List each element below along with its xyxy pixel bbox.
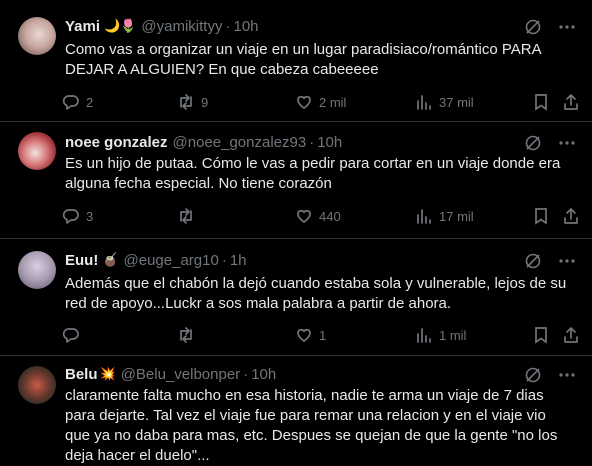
more-options-icon[interactable] xyxy=(557,366,577,384)
reply-icon xyxy=(62,95,79,110)
like-count: 440 xyxy=(319,208,341,224)
retweet-icon xyxy=(180,208,192,224)
share-icon[interactable] xyxy=(562,207,580,225)
tweet-text: Como vas a organizar un viaje en un luga… xyxy=(65,41,541,78)
display-name[interactable]: noee gonzalez xyxy=(65,134,168,151)
retweet-button[interactable] xyxy=(177,325,201,345)
views-button[interactable]: 17 mil xyxy=(415,206,474,226)
grok-icon[interactable] xyxy=(524,18,542,36)
avatar[interactable] xyxy=(18,132,56,170)
username[interactable]: @euge_arg10 xyxy=(124,252,219,269)
action-bar: 1 1 mil xyxy=(62,325,582,345)
name-emoji: 🌙🌷 xyxy=(104,18,137,33)
heart-icon xyxy=(297,209,311,223)
retweet-button[interactable]: 9 xyxy=(177,92,208,112)
more-options-icon[interactable] xyxy=(557,252,577,270)
avatar[interactable] xyxy=(18,17,56,55)
like-button[interactable]: 2 mil xyxy=(295,92,346,112)
tweet-text: claramente falta mucho en esa historia, … xyxy=(65,387,558,464)
views-chart-icon xyxy=(417,328,431,343)
timestamp[interactable]: 10h xyxy=(233,18,258,35)
reply-button[interactable]: 2 xyxy=(62,92,93,112)
like-count: 2 mil xyxy=(319,94,347,110)
reply-icon xyxy=(62,328,79,343)
view-count: 17 mil xyxy=(439,208,474,224)
retweet-button[interactable] xyxy=(177,206,201,226)
bookmark-icon[interactable] xyxy=(532,326,550,344)
name-emoji: 💥 xyxy=(99,366,116,381)
bookmark-icon[interactable] xyxy=(532,93,550,111)
separator-dot: · xyxy=(221,251,227,269)
separator-dot: · xyxy=(225,17,231,35)
avatar[interactable] xyxy=(18,251,56,289)
view-count: 1 mil xyxy=(439,327,467,343)
share-icon[interactable] xyxy=(562,326,580,344)
views-button[interactable]: 1 mil xyxy=(415,325,466,345)
tweet-text: Además que el chabón la dejó cuando esta… xyxy=(65,275,567,312)
tweet[interactable]: Belu 💥 @Belu_velbonper · 10h claramente … xyxy=(0,356,592,465)
reply-button[interactable]: 3 xyxy=(62,206,93,226)
reply-button[interactable] xyxy=(62,325,86,345)
grok-icon[interactable] xyxy=(524,252,542,270)
grok-icon[interactable] xyxy=(524,366,542,384)
reply-count: 3 xyxy=(86,208,94,224)
retweet-icon xyxy=(180,327,192,343)
reply-icon xyxy=(62,209,79,224)
username[interactable]: @yamikittyy xyxy=(141,18,222,35)
views-chart-icon xyxy=(417,95,431,110)
display-name[interactable]: Yami xyxy=(65,18,100,35)
view-count: 37 mil xyxy=(439,94,474,110)
heart-icon xyxy=(297,328,311,342)
action-bar: 3 440 17 mil xyxy=(62,206,582,226)
retweet-count: 9 xyxy=(201,94,209,110)
bookmark-icon[interactable] xyxy=(532,207,550,225)
grok-icon[interactable] xyxy=(524,134,542,152)
like-button[interactable]: 1 xyxy=(295,325,326,345)
avatar[interactable] xyxy=(18,366,56,404)
tweet[interactable]: noee gonzalez @noee_gonzalez93 · 10h Es … xyxy=(0,122,592,239)
action-bar: 2 9 2 mil 37 mil xyxy=(62,92,582,112)
display-name[interactable]: Euu! xyxy=(65,252,98,269)
views-button[interactable]: 37 mil xyxy=(415,92,474,112)
separator-dot: · xyxy=(309,133,315,151)
username[interactable]: @Belu_velbonper xyxy=(121,366,240,383)
tweet[interactable]: Euu! 🧉 @euge_arg10 · 1h Además que el ch… xyxy=(0,239,592,356)
heart-icon xyxy=(297,95,311,109)
tweet-text: Es un hijo de putaa. Cómo le vas a pedir… xyxy=(65,155,561,192)
share-icon[interactable] xyxy=(562,93,580,111)
like-count: 1 xyxy=(319,327,327,343)
display-name[interactable]: Belu xyxy=(65,366,98,383)
timestamp[interactable]: 1h xyxy=(230,252,247,269)
views-chart-icon xyxy=(417,209,431,224)
tweet[interactable]: Yami 🌙🌷 @yamikittyy · 10h Como vas a org… xyxy=(0,0,592,122)
like-button[interactable]: 440 xyxy=(295,206,341,226)
more-options-icon[interactable] xyxy=(557,18,577,36)
reply-count: 2 xyxy=(86,94,94,110)
username[interactable]: @noee_gonzalez93 xyxy=(173,134,307,151)
timestamp[interactable]: 10h xyxy=(251,366,276,383)
retweet-icon xyxy=(180,94,192,110)
separator-dot: · xyxy=(243,365,249,383)
timestamp[interactable]: 10h xyxy=(317,134,342,151)
more-options-icon[interactable] xyxy=(557,134,577,152)
name-emoji: 🧉 xyxy=(102,252,119,267)
